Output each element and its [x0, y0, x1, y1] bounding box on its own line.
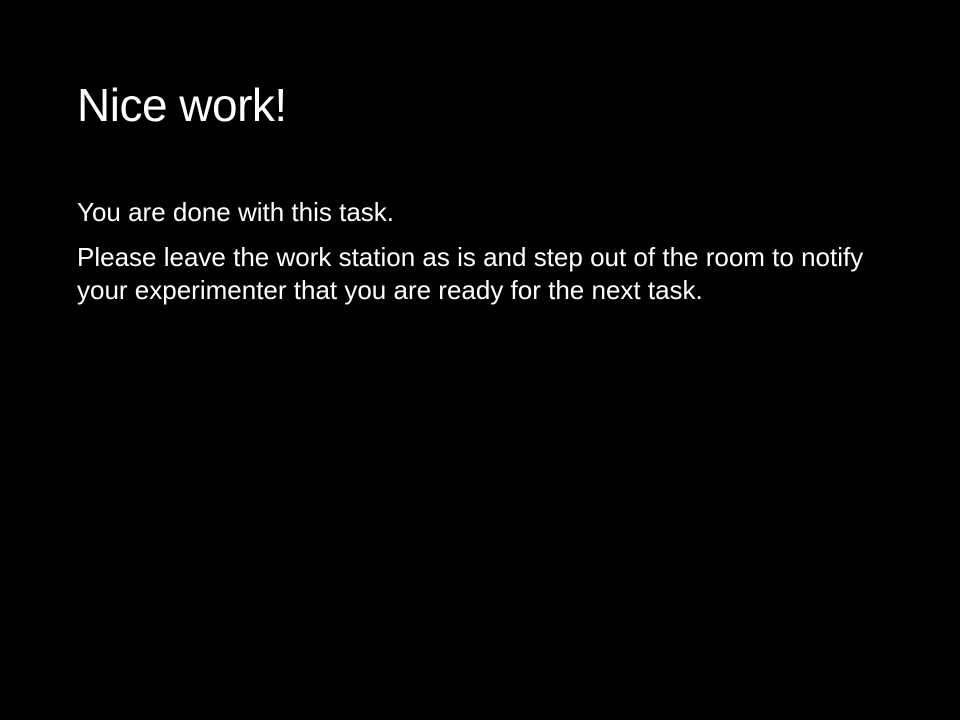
instruction-message: Please leave the work station as is and … [77, 242, 864, 305]
slide-title: Nice work! [77, 79, 287, 131]
slide: Nice work! You are done with this task. … [0, 0, 960, 720]
done-message: You are done with this task. [77, 197, 395, 227]
slide-body: You are done with this task. Please leav… [77, 196, 877, 319]
